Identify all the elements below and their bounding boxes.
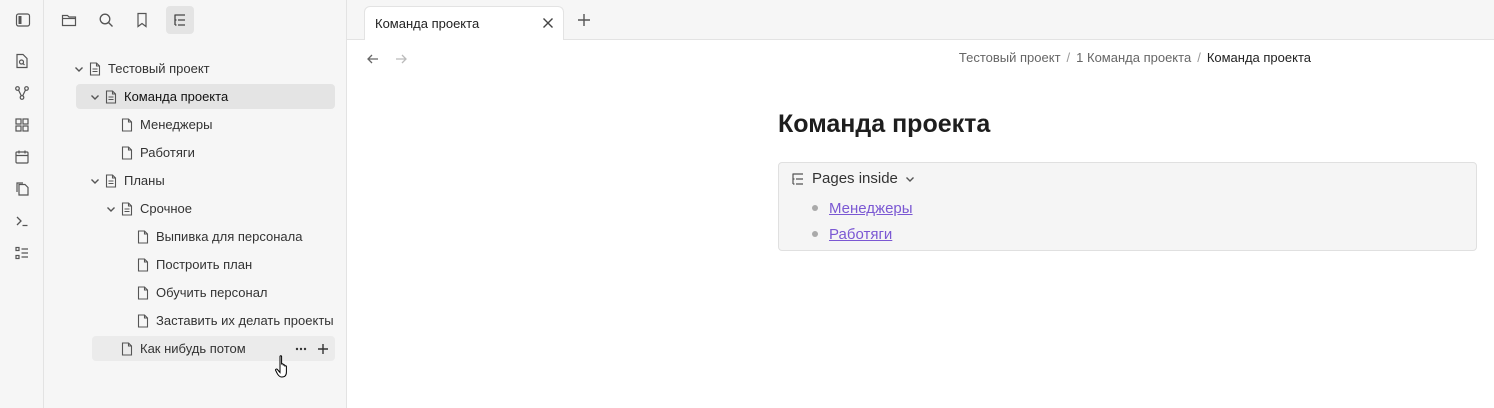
tree-item-label: Менеджеры <box>140 117 213 132</box>
hand-cursor-icon <box>275 354 293 380</box>
tab-active[interactable]: Команда проекта <box>364 6 564 40</box>
view-header: Тестовый проект / 1 Команда проекта / Ко… <box>347 46 1494 72</box>
breadcrumb-separator: / <box>1066 50 1071 65</box>
page-title[interactable]: Команда проекта <box>778 110 990 139</box>
tree-item[interactable]: Обучить персонал <box>120 280 335 305</box>
document-icon <box>136 285 150 300</box>
pages-inside-callout: Pages inside Менеджеры Работяги <box>778 162 1477 251</box>
terminal-icon[interactable] <box>10 209 34 233</box>
breadcrumb-item[interactable]: Тестовый проект <box>959 50 1061 65</box>
tree-item-label: Команда проекта <box>124 89 229 104</box>
document-icon <box>120 201 134 216</box>
tree-list-icon[interactable] <box>166 6 194 34</box>
document-icon <box>120 117 134 132</box>
blocks-icon[interactable] <box>10 113 34 137</box>
tree-item[interactable]: Команда проекта <box>76 84 335 109</box>
tree-item-label: Выпивка для персонала <box>156 229 303 244</box>
bullet-icon <box>812 205 818 211</box>
breadcrumb-current[interactable]: Команда проекта <box>1207 50 1311 65</box>
tree-item[interactable]: Менеджеры <box>104 112 335 137</box>
tree-item[interactable]: Планы <box>88 168 335 193</box>
back-arrow-icon[interactable] <box>365 51 381 67</box>
tree-item-label: Тестовый проект <box>108 61 210 76</box>
tree-item-label: Планы <box>124 173 165 188</box>
document-icon <box>136 257 150 272</box>
search-icon[interactable] <box>92 6 120 34</box>
more-options-icon[interactable] <box>295 343 307 355</box>
new-tab-icon[interactable] <box>576 12 592 28</box>
list-item: Менеджеры <box>812 195 913 221</box>
sidebar-toolbar <box>15 6 346 34</box>
tab-label: Команда проекта <box>375 16 480 31</box>
breadcrumb: Тестовый проект / 1 Команда проекта / Ко… <box>959 50 1311 65</box>
tree-item-label: Обучить персонал <box>156 285 268 300</box>
tree-item-label: Как нибудь потом <box>140 341 246 356</box>
subpage-link[interactable]: Менеджеры <box>829 200 913 217</box>
tree-item-actions <box>295 336 329 361</box>
copy-icon[interactable] <box>10 177 34 201</box>
forward-arrow-icon[interactable] <box>393 51 409 67</box>
tree-item[interactable]: Работяги <box>104 140 335 165</box>
file-search-icon[interactable] <box>10 49 34 73</box>
tree-item-label: Срочное <box>140 201 192 216</box>
chevron-down-icon <box>904 173 916 185</box>
tree-item[interactable]: Построить план <box>120 252 335 277</box>
tree-item-label: Построить план <box>156 257 253 272</box>
add-page-icon[interactable] <box>317 343 329 355</box>
tab-bar: Команда проекта <box>347 0 1494 40</box>
callout-header[interactable]: Pages inside <box>790 170 916 187</box>
bullet-icon <box>812 231 818 237</box>
list-item: Работяги <box>812 221 913 247</box>
breadcrumb-item[interactable]: 1 Команда проекта <box>1076 50 1191 65</box>
document-icon <box>136 313 150 328</box>
document-icon <box>136 229 150 244</box>
tree-item[interactable]: Заставить их делать проекты <box>120 308 335 333</box>
graph-icon[interactable] <box>10 81 34 105</box>
close-icon[interactable] <box>541 16 555 30</box>
chevron-down-icon[interactable] <box>72 62 86 76</box>
bookmark-icon[interactable] <box>128 6 156 34</box>
list-icon[interactable] <box>10 241 34 265</box>
tree-list-icon <box>790 171 806 187</box>
calendar-icon[interactable] <box>10 145 34 169</box>
document-icon <box>104 89 118 104</box>
document-icon <box>120 341 134 356</box>
tree-item[interactable]: Выпивка для персонала <box>120 224 335 249</box>
subpage-list: Менеджеры Работяги <box>812 195 913 247</box>
breadcrumb-separator: / <box>1197 50 1201 65</box>
chevron-down-icon[interactable] <box>88 90 102 104</box>
document-icon <box>88 61 102 76</box>
tree-item[interactable]: Срочное <box>104 196 335 221</box>
folder-icon[interactable] <box>55 6 83 34</box>
left-ribbon <box>0 0 44 408</box>
document-icon <box>104 173 118 188</box>
tree-item[interactable]: Как нибудь потом <box>92 336 335 361</box>
tree-item-label: Работяги <box>140 145 195 160</box>
main-pane: Команда проекта Тестовый проект / 1 Кома… <box>347 0 1494 408</box>
chevron-down-icon[interactable] <box>104 202 118 216</box>
tree-item-label: Заставить их делать проекты <box>156 313 334 328</box>
document-icon <box>120 145 134 160</box>
callout-label: Pages inside <box>812 170 898 187</box>
chevron-down-icon[interactable] <box>88 174 102 188</box>
file-explorer-sidebar: Тестовый проект Команда проекта Менеджеры Р… <box>15 0 347 408</box>
sidebar-toggle-icon[interactable] <box>9 6 37 34</box>
subpage-link[interactable]: Работяги <box>829 226 892 243</box>
tree-item[interactable]: Тестовый проект <box>72 56 335 81</box>
